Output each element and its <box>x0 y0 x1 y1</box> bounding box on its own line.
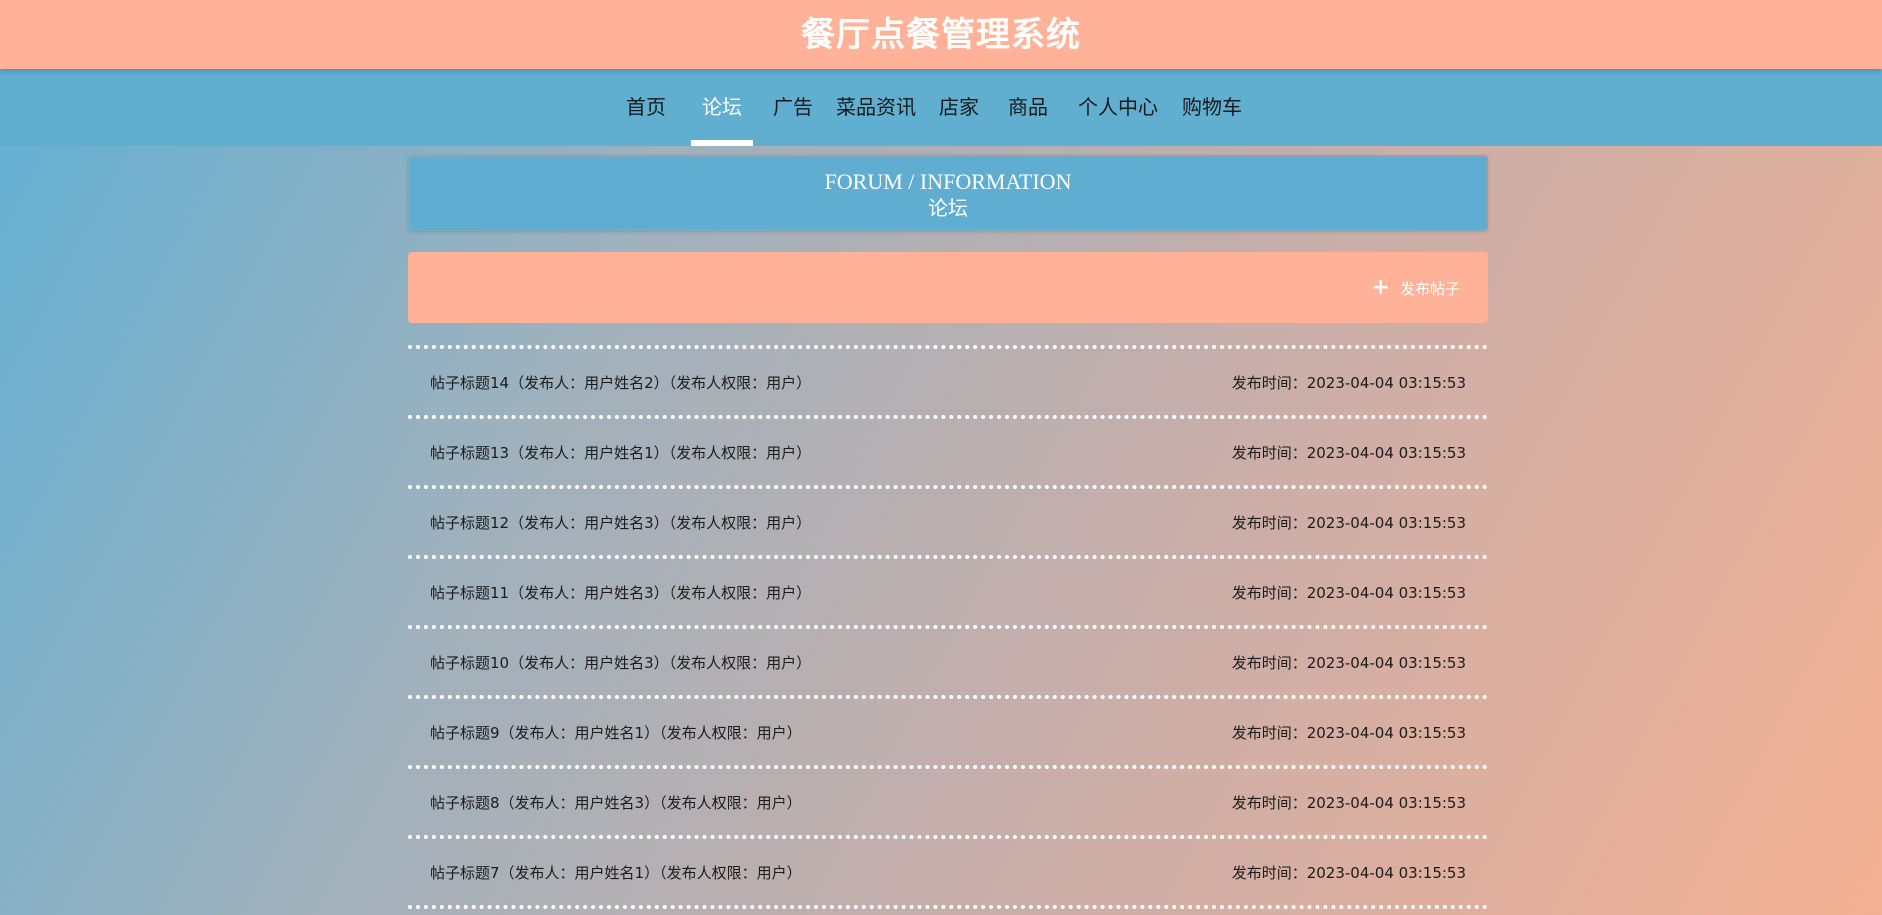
nav-list: 首页 论坛 广告 菜品资讯 店家 商品 个人中心 购物车 <box>612 69 1247 146</box>
post-row[interactable]: 帖子标题13（发布人：用户姓名1）（发布人权限：用户） 发布时间：2023-04… <box>408 415 1488 485</box>
post-time: 发布时间：2023-04-04 03:15:53 <box>1231 723 1466 742</box>
publish-post-label: 发布帖子 <box>1399 279 1460 298</box>
post-row[interactable]: 帖子标题10（发布人：用户姓名3）（发布人权限：用户） 发布时间：2023-04… <box>408 625 1488 695</box>
post-title[interactable]: 帖子标题12（发布人：用户姓名3）（发布人权限：用户） <box>430 512 811 533</box>
post-row[interactable]: 帖子标题7（发布人：用户姓名1）（发布人权限：用户） 发布时间：2023-04-… <box>408 835 1488 905</box>
nav-item-home[interactable]: 首页 <box>612 69 680 146</box>
nav-item-profile[interactable]: 个人中心 <box>1075 69 1161 146</box>
nav-item-ads[interactable]: 广告 <box>767 69 819 146</box>
main-nav: 首页 论坛 广告 菜品资讯 店家 商品 个人中心 购物车 <box>0 69 1882 146</box>
post-row[interactable]: 帖子标题14（发布人：用户姓名2）（发布人权限：用户） 发布时间：2023-04… <box>408 345 1488 415</box>
nav-item-stores[interactable]: 店家 <box>933 69 985 146</box>
section-header: FORUM / INFORMATION 论坛 <box>408 155 1488 231</box>
post-row[interactable]: 帖子标题9（发布人：用户姓名1）（发布人权限：用户） 发布时间：2023-04-… <box>408 695 1488 765</box>
forum-content: FORUM / INFORMATION 论坛 + 发布帖子 帖子标题14（发布人… <box>408 155 1488 909</box>
post-time: 发布时间：2023-04-04 03:15:53 <box>1231 513 1466 532</box>
plus-icon: + <box>1371 275 1390 300</box>
post-title[interactable]: 帖子标题11（发布人：用户姓名3）（发布人权限：用户） <box>430 582 811 603</box>
post-row[interactable]: 帖子标题12（发布人：用户姓名3）（发布人权限：用户） 发布时间：2023-04… <box>408 485 1488 555</box>
publish-post-button[interactable]: + 发布帖子 <box>1371 275 1460 300</box>
post-time: 发布时间：2023-04-04 03:15:53 <box>1231 863 1466 882</box>
post-title[interactable]: 帖子标题10（发布人：用户姓名3）（发布人权限：用户） <box>430 652 811 673</box>
site-title: 餐厅点餐管理系统 <box>801 15 1081 55</box>
post-title[interactable]: 帖子标题13（发布人：用户姓名1）（发布人权限：用户） <box>430 442 811 463</box>
section-title-en: FORUM / INFORMATION <box>824 169 1072 194</box>
post-title[interactable]: 帖子标题8（发布人：用户姓名3）（发布人权限：用户） <box>430 792 802 813</box>
post-title[interactable]: 帖子标题7（发布人：用户姓名1）（发布人权限：用户） <box>430 862 802 883</box>
post-time: 发布时间：2023-04-04 03:15:53 <box>1231 583 1466 602</box>
section-title-zh: 论坛 <box>928 196 968 220</box>
nav-item-forum[interactable]: 论坛 <box>691 69 753 146</box>
list-divider <box>408 905 1488 909</box>
nav-item-cart[interactable]: 购物车 <box>1177 69 1247 146</box>
post-time: 发布时间：2023-04-04 03:15:53 <box>1231 443 1466 462</box>
post-time: 发布时间：2023-04-04 03:15:53 <box>1231 373 1466 392</box>
post-time: 发布时间：2023-04-04 03:15:53 <box>1231 653 1466 672</box>
nav-item-goods[interactable]: 商品 <box>1001 69 1055 146</box>
action-bar: + 发布帖子 <box>408 252 1488 323</box>
post-title[interactable]: 帖子标题9（发布人：用户姓名1）（发布人权限：用户） <box>430 722 802 743</box>
post-row[interactable]: 帖子标题11（发布人：用户姓名3）（发布人权限：用户） 发布时间：2023-04… <box>408 555 1488 625</box>
post-title[interactable]: 帖子标题14（发布人：用户姓名2）（发布人权限：用户） <box>430 372 811 393</box>
post-row[interactable]: 帖子标题8（发布人：用户姓名3）（发布人权限：用户） 发布时间：2023-04-… <box>408 765 1488 835</box>
top-header: 餐厅点餐管理系统 <box>0 0 1882 69</box>
post-time: 发布时间：2023-04-04 03:15:53 <box>1231 793 1466 812</box>
nav-item-dish-news[interactable]: 菜品资讯 <box>833 69 919 146</box>
post-list: 帖子标题14（发布人：用户姓名2）（发布人权限：用户） 发布时间：2023-04… <box>408 345 1488 909</box>
